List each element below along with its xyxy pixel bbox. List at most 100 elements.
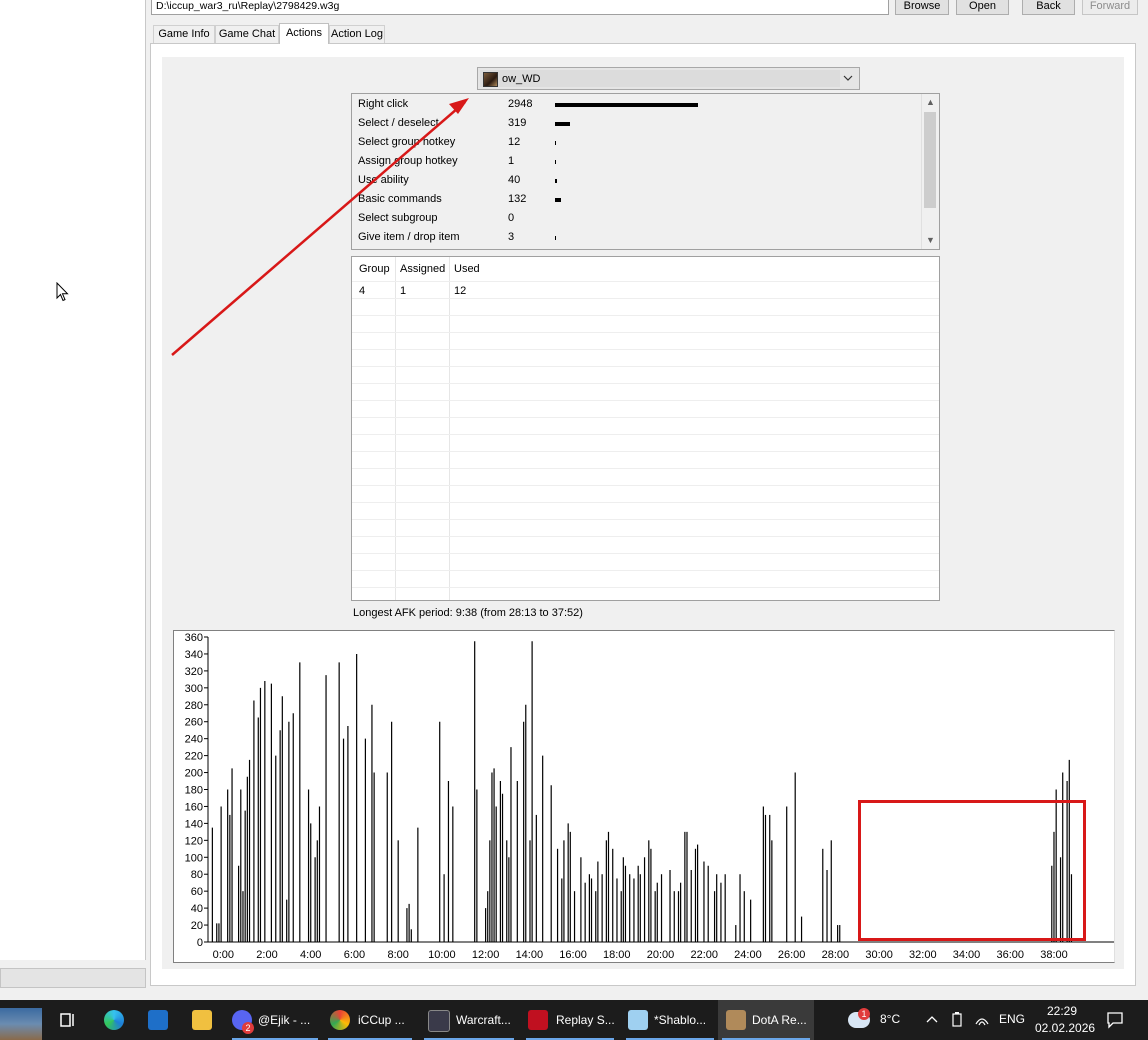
taskbar-item-label: Replay S... <box>556 1013 615 1027</box>
wifi-icon[interactable] <box>974 1012 990 1028</box>
player-select-value: ow_WD <box>480 70 840 87</box>
action-bar <box>555 103 698 107</box>
action-bar <box>555 198 562 202</box>
y-tick-label: 120 <box>185 835 203 847</box>
x-tick-label: 4:00 <box>300 949 321 961</box>
player-select[interactable]: ow_WD <box>477 67 860 90</box>
chrome-icon <box>330 1010 350 1030</box>
x-tick-label: 2:00 <box>256 949 277 961</box>
row-divider <box>352 502 939 503</box>
x-tick-label: 32:00 <box>909 949 937 961</box>
chevron-up-icon[interactable] <box>925 1013 939 1027</box>
x-tick-label: 16:00 <box>559 949 587 961</box>
action-bar <box>555 236 556 240</box>
file-explorer-icon[interactable] <box>192 1010 212 1030</box>
notifications-icon[interactable] <box>1106 1011 1124 1029</box>
battery-icon[interactable] <box>950 1012 964 1028</box>
task-view-icon[interactable] <box>58 1010 78 1030</box>
y-tick-label: 360 <box>185 632 203 644</box>
x-tick-label: 38:00 <box>1040 949 1068 961</box>
taskbar-item-warcraft[interactable]: Warcraft... <box>420 1000 518 1040</box>
x-tick-label: 18:00 <box>603 949 631 961</box>
forward-button[interactable]: Forward <box>1082 0 1138 15</box>
taskbar: 2 @Ejik - ... iCCup ... Warcraft... Repl… <box>0 1000 1148 1040</box>
edge-browser-icon[interactable] <box>104 1010 124 1030</box>
y-tick-label: 60 <box>191 886 203 898</box>
row-divider <box>352 485 939 486</box>
action-count: 1 <box>508 155 515 167</box>
y-tick-label: 300 <box>185 683 203 695</box>
row-divider <box>352 366 939 367</box>
taskbar-item-replay-seeker[interactable]: Replay S... <box>522 1000 618 1040</box>
replay-app-icon <box>528 1010 548 1030</box>
action-bar <box>555 179 557 183</box>
taskbar-item-dota-replay[interactable]: DotA Re... <box>718 1000 814 1040</box>
weather-temp[interactable]: 8°C <box>880 1012 900 1026</box>
row-divider <box>352 536 939 537</box>
scroll-up-icon[interactable]: ▲ <box>922 94 939 111</box>
action-list-scrollbar[interactable]: ▲ ▼ <box>921 94 939 249</box>
taskbar-item-discord[interactable]: 2 @Ejik - ... <box>228 1000 322 1040</box>
y-tick-label: 260 <box>185 717 203 729</box>
row-divider <box>352 434 939 435</box>
player-name: ow_WD <box>502 73 541 85</box>
x-tick-label: 6:00 <box>344 949 365 961</box>
tab-game-chat[interactable]: Game Chat <box>215 25 279 43</box>
x-tick-label: 24:00 <box>734 949 762 961</box>
open-button[interactable]: Open <box>956 0 1009 15</box>
y-tick-label: 340 <box>185 649 203 661</box>
clock-time[interactable]: 22:29 <box>1047 1004 1077 1018</box>
notification-badge: 2 <box>242 1022 254 1034</box>
scroll-down-icon[interactable]: ▼ <box>922 232 939 249</box>
action-count: 40 <box>508 174 521 186</box>
y-tick-label: 280 <box>185 700 203 712</box>
y-tick-label: 140 <box>185 818 203 830</box>
left-pane-horizontal-scrollbar[interactable] <box>0 968 146 988</box>
x-tick-label: 0:00 <box>213 949 234 961</box>
x-tick-label: 12:00 <box>472 949 500 961</box>
taskbar-item-label: @Ejik - ... <box>258 1013 311 1027</box>
y-tick-label: 240 <box>185 734 203 746</box>
x-tick-label: 10:00 <box>428 949 456 961</box>
row-divider <box>352 468 939 469</box>
clock-date[interactable]: 02.02.2026 <box>1035 1021 1095 1035</box>
y-tick-label: 40 <box>191 903 203 915</box>
dota-replay-icon <box>726 1010 746 1030</box>
taskbar-item-label: Warcraft... <box>456 1013 511 1027</box>
y-tick-label: 0 <box>197 937 203 949</box>
row-divider <box>352 383 939 384</box>
y-tick-label: 100 <box>185 852 203 864</box>
row-divider <box>352 519 939 520</box>
y-tick-label: 160 <box>185 801 203 813</box>
taskbar-item-notepad[interactable]: *Shablo... <box>622 1000 718 1040</box>
action-bar <box>555 160 556 164</box>
row-divider <box>352 400 939 401</box>
tab-actions[interactable]: Actions <box>279 23 329 44</box>
y-tick-label: 180 <box>185 785 203 797</box>
wallpaper-thumb-icon <box>0 1008 42 1040</box>
tab-action-log[interactable]: Action Log <box>329 25 385 43</box>
taskbar-item-label: DotA Re... <box>752 1013 807 1027</box>
x-tick-label: 26:00 <box>778 949 806 961</box>
x-tick-label: 20:00 <box>647 949 675 961</box>
weather-badge: 1 <box>858 1008 870 1020</box>
taskbar-item-chrome[interactable]: iCCup ... <box>324 1000 416 1040</box>
x-tick-label: 30:00 <box>865 949 893 961</box>
warcraft-icon <box>428 1010 450 1032</box>
browse-button[interactable]: Browse <box>895 0 949 15</box>
input-language[interactable]: ENG <box>999 1012 1025 1026</box>
replay-path-field[interactable]: D:\iccup_war3_ru\Replay\2798429.w3g <box>151 0 889 15</box>
y-tick-label: 220 <box>185 751 203 763</box>
x-tick-label: 34:00 <box>953 949 981 961</box>
x-tick-label: 14:00 <box>516 949 544 961</box>
tab-game-info[interactable]: Game Info <box>153 25 215 43</box>
mail-icon[interactable] <box>148 1010 168 1030</box>
scrollbar-thumb[interactable] <box>924 112 936 208</box>
row-divider <box>352 417 939 418</box>
hero-avatar-icon <box>483 72 498 87</box>
y-tick-label: 320 <box>185 666 203 678</box>
action-count: 132 <box>508 193 527 205</box>
x-tick-label: 8:00 <box>387 949 408 961</box>
back-button[interactable]: Back <box>1022 0 1075 15</box>
row-divider <box>352 451 939 452</box>
